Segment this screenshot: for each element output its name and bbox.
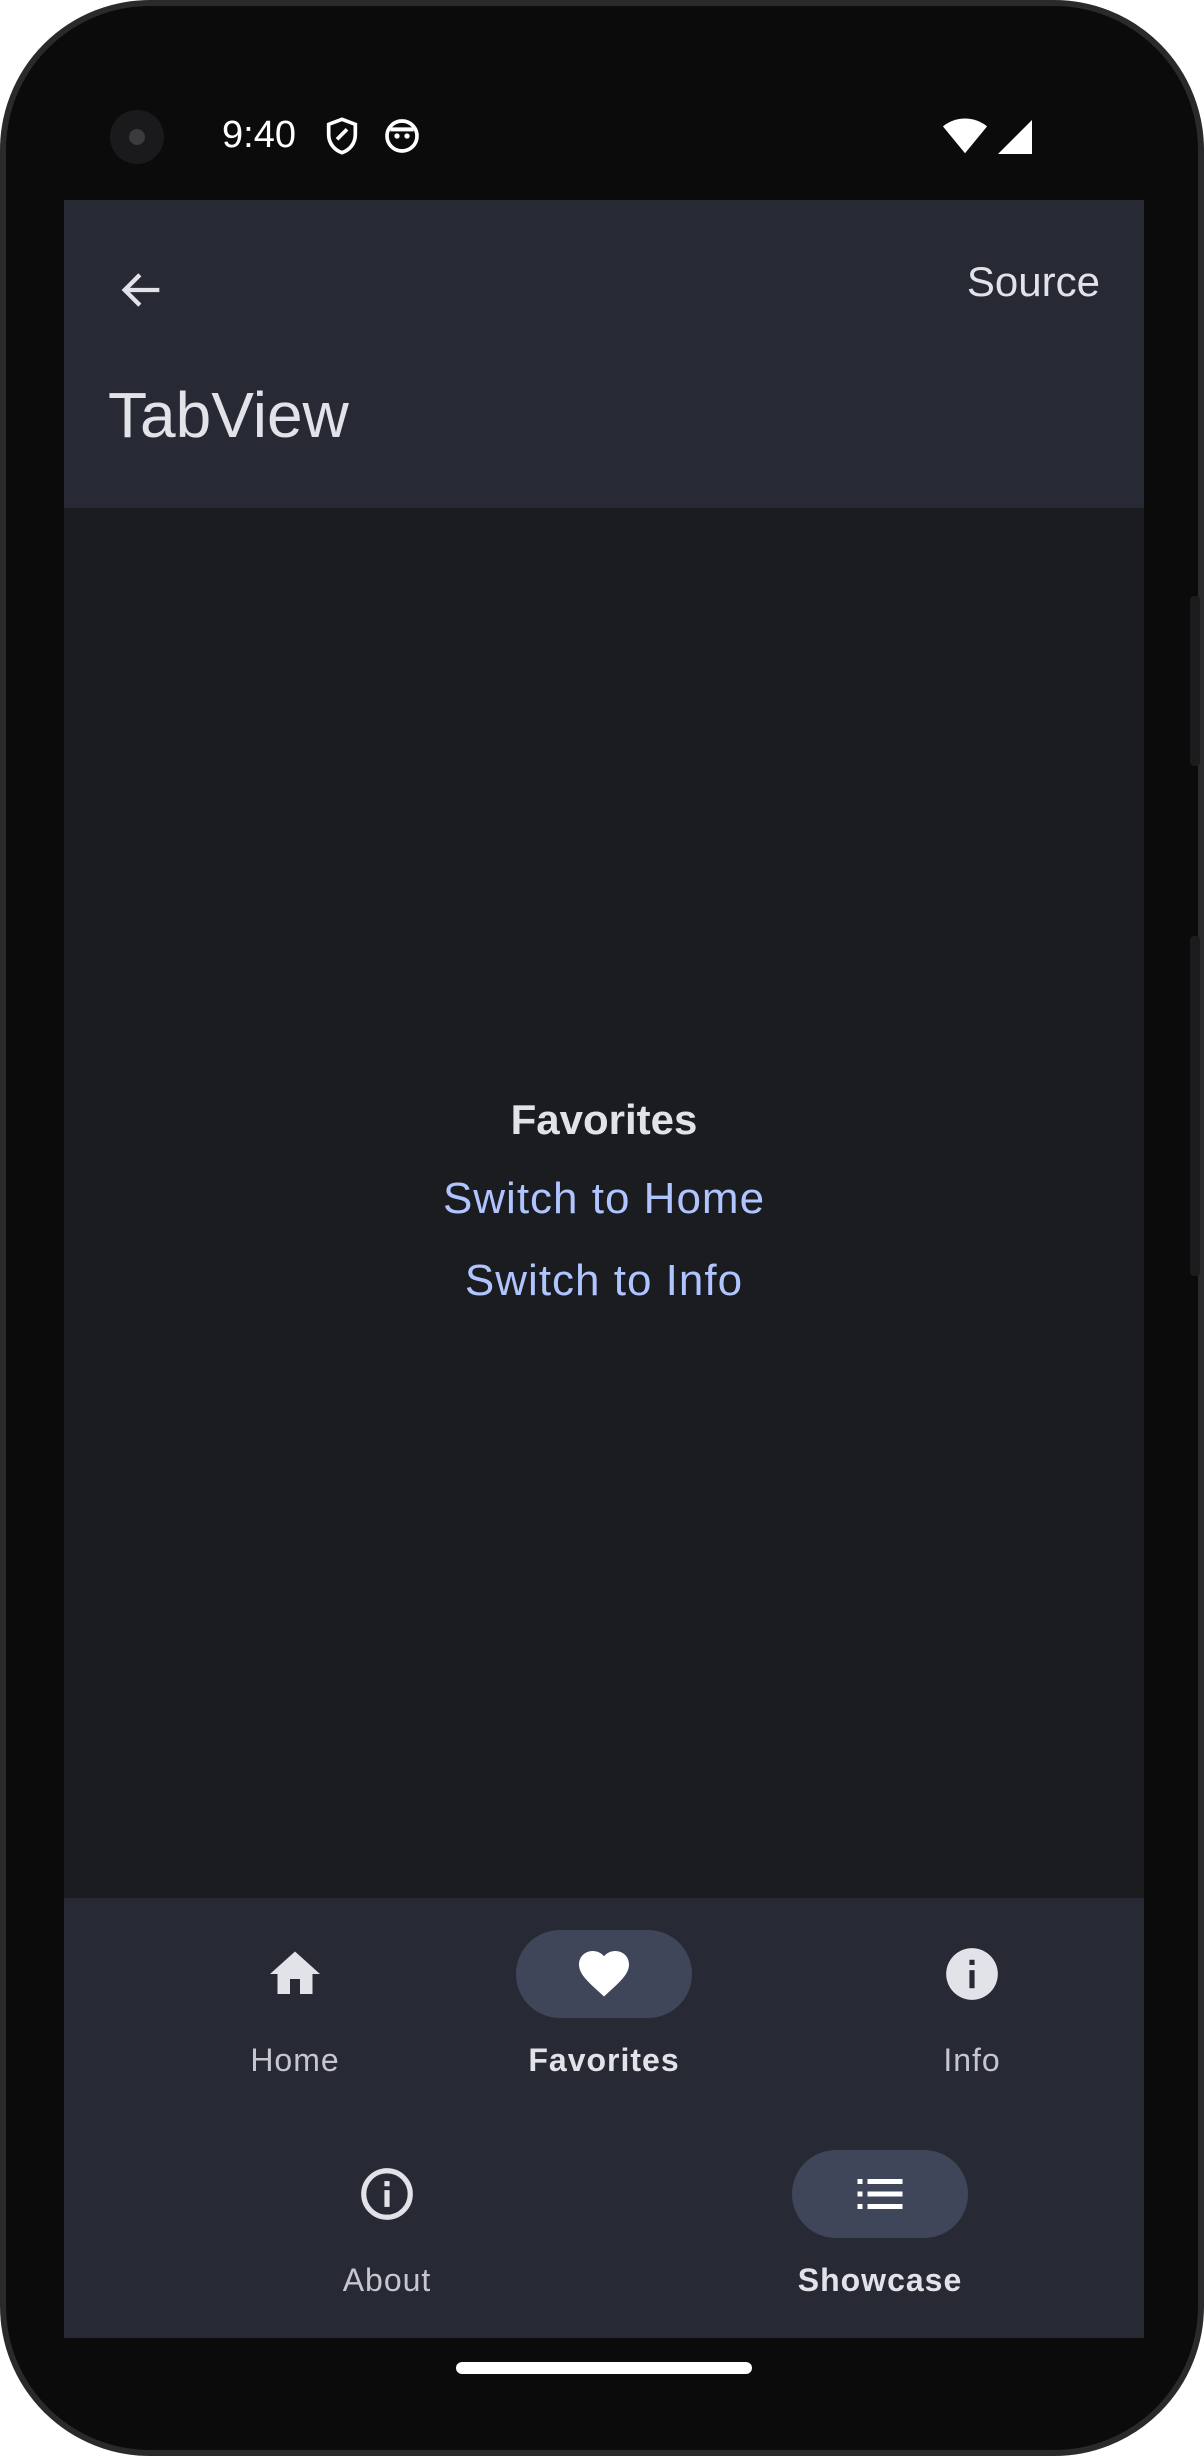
tab-about-indicator	[299, 2150, 475, 2238]
back-button[interactable]	[106, 254, 178, 326]
tab-home[interactable]: Home	[165, 1930, 425, 2100]
page-title: TabView	[108, 379, 349, 451]
tab-showcase[interactable]: Showcase	[750, 2150, 1010, 2320]
status-bar: 9:40	[64, 96, 1144, 176]
tab-favorites-indicator	[516, 1930, 692, 2018]
status-time: 9:40	[222, 114, 296, 156]
tab-info-indicator	[884, 1930, 1060, 2018]
top-app-bar: Source TabView	[64, 200, 1144, 508]
heart-icon	[579, 1951, 629, 1997]
info-filled-icon	[946, 1948, 998, 2000]
tab-home-label: Home	[250, 2042, 340, 2078]
tab-favorites-label: Favorites	[528, 2042, 680, 2078]
wifi-icon	[942, 116, 988, 156]
power-button	[1190, 596, 1200, 766]
source-button[interactable]: Source	[967, 258, 1100, 306]
tab-info[interactable]: Info	[842, 1930, 1102, 2100]
content-title: Favorites	[510, 1096, 698, 1143]
cellular-signal-icon	[994, 116, 1034, 156]
tab-showcase-label: Showcase	[797, 2262, 963, 2298]
tab-home-indicator	[207, 1930, 383, 2018]
list-icon	[857, 2179, 903, 2209]
home-indicator[interactable]	[456, 2362, 752, 2374]
tab-info-label: Info	[943, 2042, 1001, 2078]
arrow-back-icon	[121, 273, 160, 307]
info-outline-icon	[361, 2168, 413, 2220]
shield-icon	[322, 116, 362, 156]
app-screen: Source TabView Favorites Switch to Home …	[64, 200, 1144, 2338]
switch-to-home-link[interactable]: Switch to Home	[64, 1174, 1144, 1224]
switch-to-info-link[interactable]: Switch to Info	[64, 1256, 1144, 1306]
phone-frame: 9:40 Source TabView Favorites Switch to …	[0, 0, 1204, 2456]
volume-button	[1190, 936, 1200, 1276]
tab-content: Favorites Switch to Home Switch to Info	[64, 508, 1144, 2092]
tab-showcase-indicator	[792, 2150, 968, 2238]
home-icon	[270, 1951, 320, 1994]
tab-favorites[interactable]: Favorites	[474, 1930, 734, 2100]
app-face-icon	[382, 116, 422, 156]
bottom-navigation: Home Favorites Info About Showcase	[64, 1898, 1144, 2338]
tab-about-label: About	[342, 2262, 432, 2298]
tab-about[interactable]: About	[257, 2150, 517, 2320]
